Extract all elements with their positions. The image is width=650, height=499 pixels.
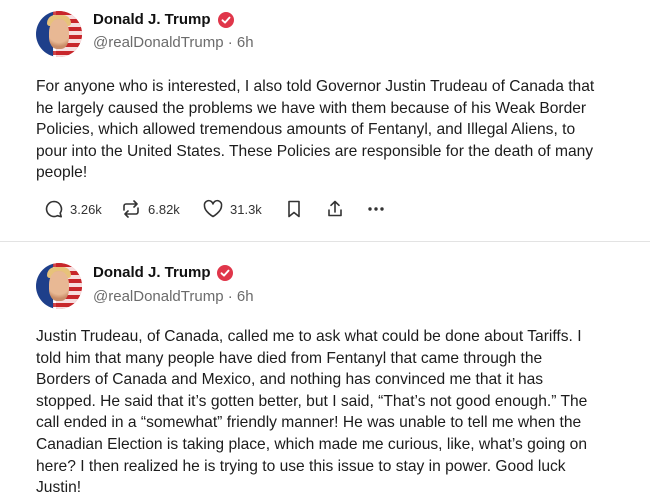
meta-separator: · — [223, 288, 237, 305]
meta-separator: · — [223, 34, 237, 51]
share-icon — [328, 200, 342, 217]
author-handle[interactable]: @realDonaldTrump — [93, 34, 224, 51]
post-text: Justin Trudeau, of Canada, called me to … — [36, 328, 588, 497]
author-handle[interactable]: @realDonaldTrump — [93, 288, 224, 305]
post-meta: @realDonaldTrump · 6h — [93, 288, 254, 305]
author-name[interactable]: Donald J. Trump — [93, 11, 211, 28]
reply-count: 3.26k — [70, 201, 102, 217]
share-button[interactable] — [325, 199, 345, 219]
post-meta: @realDonaldTrump · 6h — [93, 34, 254, 51]
retruth-count: 6.82k — [148, 201, 180, 217]
reply-icon — [45, 200, 63, 218]
author-name[interactable]: Donald J. Trump — [93, 264, 211, 281]
reply-button[interactable]: 3.26k — [44, 199, 102, 219]
post-time[interactable]: 6h — [237, 288, 254, 305]
avatar[interactable] — [36, 263, 82, 309]
verified-badge-icon — [218, 12, 234, 28]
avatar[interactable] — [36, 11, 82, 57]
post: Donald J. Trump @realDonaldTrump · 6h Ju… — [0, 242, 650, 496]
post-text: For anyone who is interested, I also tol… — [36, 78, 595, 182]
more-button[interactable] — [365, 199, 387, 219]
like-button[interactable]: 31.3k — [202, 199, 262, 219]
more-icon — [368, 207, 384, 211]
bookmark-icon — [288, 200, 300, 218]
like-count: 31.3k — [230, 201, 262, 217]
retruth-icon — [123, 200, 139, 218]
like-icon — [203, 199, 223, 218]
post: Donald J. Trump @realDonaldTrump · 6h Fo… — [0, 0, 650, 242]
verified-badge-icon — [217, 265, 233, 281]
post-time[interactable]: 6h — [237, 34, 254, 51]
retruth-button[interactable]: 6.82k — [120, 199, 180, 219]
bookmark-button[interactable] — [285, 199, 303, 219]
